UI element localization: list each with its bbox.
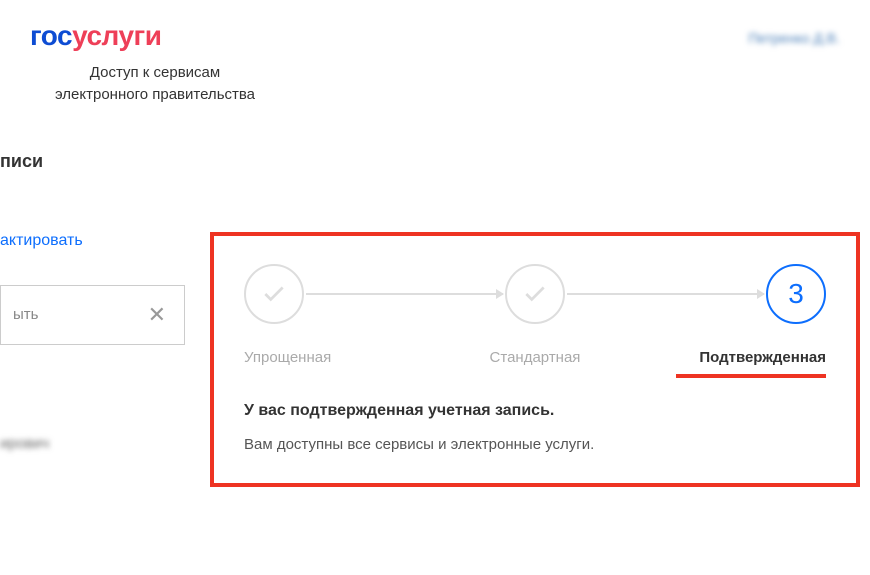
check-icon bbox=[522, 281, 548, 307]
step2-circle bbox=[505, 264, 565, 324]
status-title: У вас подтвержденная учетная запись. bbox=[244, 402, 826, 420]
step2-label: Стандартная bbox=[438, 349, 632, 366]
status-description: Вам доступны все сервисы и электронные у… bbox=[244, 436, 826, 453]
step3-label: Подтвержденная bbox=[632, 349, 826, 366]
close-icon[interactable]: ✕ bbox=[148, 302, 166, 328]
connector-arrow bbox=[567, 293, 764, 295]
step1-circle bbox=[244, 264, 304, 324]
step1-label: Упрощенная bbox=[244, 349, 438, 366]
active-underline bbox=[676, 374, 826, 378]
progress-steps: 3 bbox=[244, 264, 826, 324]
blurred-text: ирович bbox=[0, 435, 185, 452]
input-field[interactable]: ыть ✕ bbox=[0, 285, 185, 345]
step3-number: 3 bbox=[788, 278, 804, 310]
input-fragment: ыть bbox=[13, 306, 38, 323]
logo[interactable]: госуслуги bbox=[30, 20, 870, 52]
logo-part2: услуги bbox=[72, 20, 161, 51]
check-icon bbox=[261, 281, 287, 307]
account-status-card: 3 Упрощенная Стандартная Подтвержденная … bbox=[210, 232, 860, 487]
connector-arrow bbox=[306, 293, 503, 295]
section-title: писи bbox=[0, 151, 870, 172]
tagline: Доступ к сервисам электронного правитель… bbox=[30, 62, 280, 106]
edit-link[interactable]: актировать bbox=[0, 232, 185, 250]
step3-circle: 3 bbox=[766, 264, 826, 324]
user-name-link[interactable]: Петренко Д.В. bbox=[748, 30, 840, 46]
logo-part1: гос bbox=[30, 20, 72, 51]
